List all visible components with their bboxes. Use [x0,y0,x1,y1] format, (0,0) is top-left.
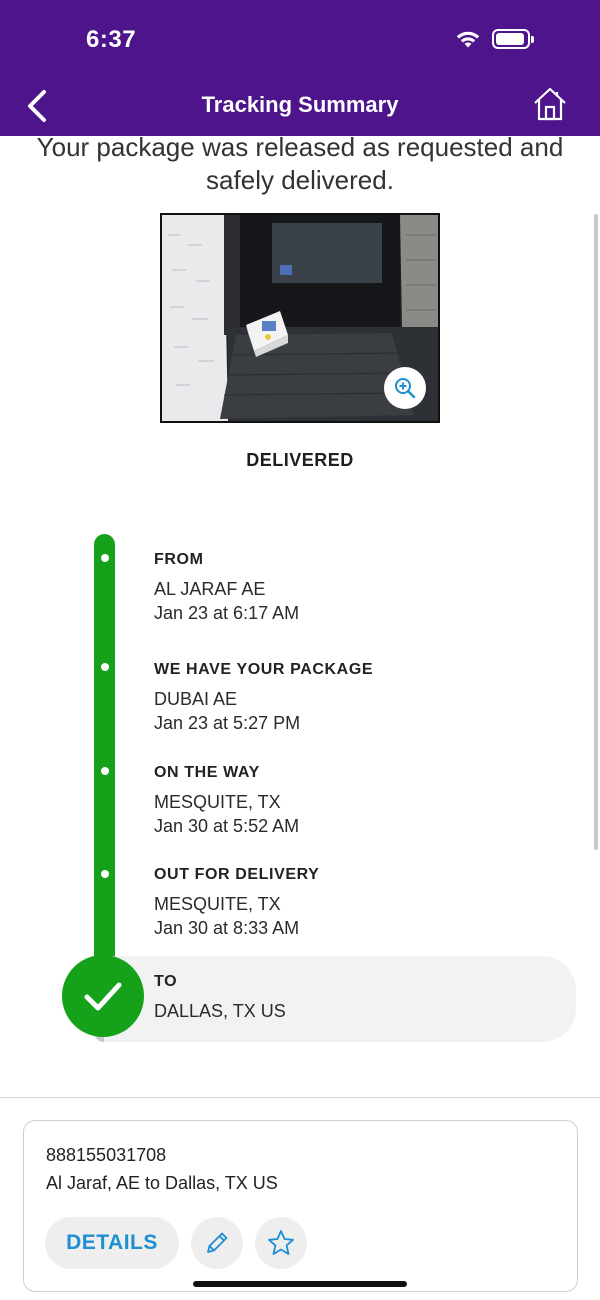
step-location: DUBAI AE [154,689,238,709]
step-location: MESQUITE, TX [154,894,281,914]
page-title: Tracking Summary [201,92,399,117]
step-title: TO [154,973,178,990]
timeline-step-out-for-delivery: OUT FOR DELIVERY MESQUITE, TX Jan 30 at … [154,866,319,940]
shipment-card: 888155031708 Al Jaraf, AE to Dallas, TX … [23,1120,578,1292]
details-button[interactable]: DETAILS [45,1217,179,1269]
timeline-dot [101,870,109,878]
step-time: Jan 23 at 5:27 PM [154,713,301,733]
step-title: WE HAVE YOUR PACKAGE [154,661,374,678]
step-time: Jan 23 at 6:17 AM [154,603,300,623]
timeline-step-from: FROM AL JARAF AE Jan 23 at 6:17 AM [154,551,299,625]
tracking-number: 888155031708 [46,1145,167,1165]
app-header: 6:37 Tracking Summary [0,0,600,136]
delivery-status: DELIVERED [246,450,354,470]
step-location: MESQUITE, TX [154,792,281,812]
home-icon [534,87,566,121]
delivered-check [62,955,144,1037]
status-icons [454,28,534,50]
favorite-button[interactable] [255,1217,307,1269]
scrollbar[interactable] [594,214,598,850]
home-button[interactable] [532,86,568,122]
step-location: DALLAS, TX US [154,1001,286,1021]
divider [0,1097,600,1098]
timeline-dot [101,554,109,562]
battery-icon [492,29,534,49]
status-time: 6:37 [86,26,137,53]
timeline-dot [101,767,109,775]
pencil-icon [207,1232,228,1253]
zoom-photo-button[interactable] [384,367,426,409]
edit-button[interactable] [191,1217,243,1269]
home-indicator[interactable] [193,1281,407,1287]
timeline-dot [101,663,109,671]
timeline-step-destination: TO DALLAS, TX US [154,973,286,1023]
wifi-icon [456,31,480,48]
star-icon [268,1230,294,1255]
step-title: FROM [154,551,204,568]
step-title: OUT FOR DELIVERY [154,866,320,883]
step-time: Jan 30 at 8:33 AM [154,918,300,938]
timeline-step-on-the-way: ON THE WAY MESQUITE, TX Jan 30 at 5:52 A… [154,764,299,838]
step-location: AL JARAF AE [154,579,266,599]
step-title: ON THE WAY [154,764,260,781]
step-time: Jan 30 at 5:52 AM [154,816,300,836]
checkmark-icon [84,982,122,1011]
delivery-message: Your package was released as requested a… [36,132,564,195]
shipment-route: Al Jaraf, AE to Dallas, TX US [46,1173,278,1193]
timeline-step-picked-up: WE HAVE YOUR PACKAGE DUBAI AE Jan 23 at … [154,661,373,735]
zoom-in-icon [395,378,416,399]
